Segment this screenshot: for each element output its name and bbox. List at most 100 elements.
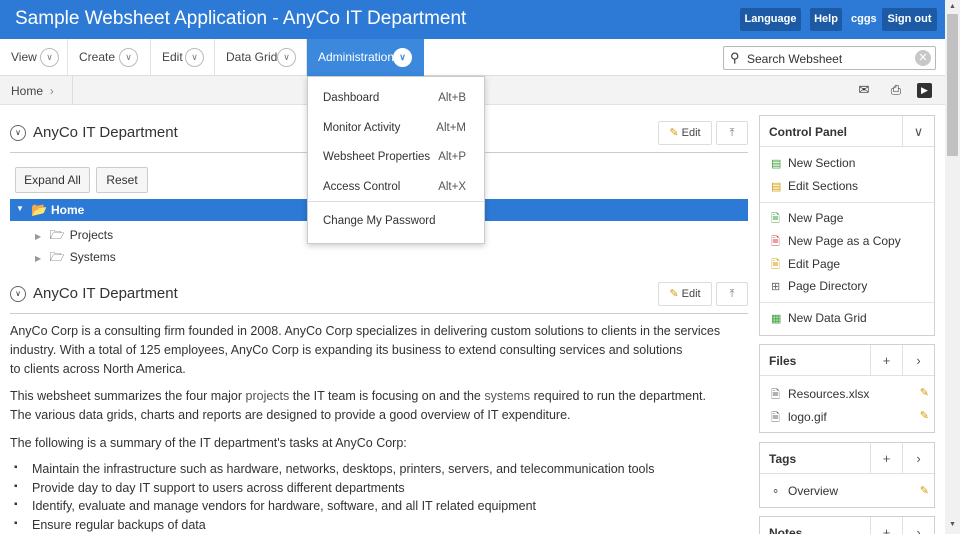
tag-icon: ⚬ — [771, 486, 781, 498]
page-directory-link[interactable]: ⊞ Page Directory — [771, 279, 867, 293]
menu-item-monitor-activity[interactable]: Monitor Activity — [323, 122, 400, 134]
panel-title: Tags — [769, 452, 797, 466]
accelerator-label: Alt+M — [436, 122, 466, 134]
chevron-down-icon: ∨ — [185, 48, 204, 67]
sign-out-button[interactable]: Sign out — [882, 8, 937, 31]
edit-label: Edit — [681, 127, 701, 139]
text-span: required to run the department. — [530, 389, 706, 403]
link-label: New Section — [788, 156, 856, 170]
add-tag-button[interactable]: + — [870, 443, 902, 474]
arrow-top-icon: ⤒ — [729, 127, 735, 139]
notes-panel: Notes + › — [759, 516, 935, 534]
file-icon: 🗎 — [771, 389, 780, 401]
collapse-section-icon[interactable]: ∨ — [10, 286, 26, 302]
file-item[interactable]: 🗎 logo.gif — [771, 409, 827, 428]
reset-button[interactable]: Reset — [96, 167, 148, 193]
print-icon[interactable]: ⎙ — [885, 81, 907, 99]
back-to-top-button[interactable]: ⤒ — [716, 282, 748, 306]
panel-divider — [760, 202, 934, 203]
new-section-icon: ▤ — [771, 158, 782, 170]
link-label: Edit Sections — [788, 179, 859, 193]
menu-view-label: View — [11, 50, 37, 64]
tree-node-projects[interactable]: ▶ 🗁 Projects — [35, 226, 113, 247]
tree-node-label: Systems — [69, 250, 116, 264]
collapse-panel-button[interactable]: ∨ — [902, 116, 934, 147]
expand-all-button[interactable]: Expand All — [15, 167, 90, 193]
add-file-button[interactable]: + — [870, 345, 902, 376]
tree-node-systems[interactable]: ▶ 🗁 Systems — [35, 248, 116, 269]
new-page-copy-link[interactable]: 🗎 New Page as a Copy — [771, 233, 901, 252]
back-to-top-button[interactable]: ⤒ — [716, 121, 748, 145]
section-divider — [10, 313, 748, 314]
panel-title: Control Panel — [769, 125, 848, 139]
presentation-play-icon[interactable]: ▶ — [917, 83, 932, 98]
chevron-right-icon: › — [916, 525, 921, 534]
language-button[interactable]: Language — [740, 8, 801, 31]
list-item-text: Identify, evaluate and manage vendors fo… — [32, 499, 537, 513]
menu-data-grid-label: Data Grid — [226, 50, 278, 64]
menu-view[interactable]: View ∨ — [0, 39, 68, 76]
chevron-right-icon: › — [916, 451, 921, 466]
scrollbar-thumb[interactable] — [947, 14, 958, 156]
add-note-button[interactable]: + — [870, 517, 902, 534]
menu-create-label: Create — [79, 50, 116, 64]
expand-panel-button[interactable]: › — [902, 443, 934, 474]
accelerator-label: Alt+X — [438, 181, 466, 193]
pencil-icon[interactable]: ✎ — [920, 409, 929, 422]
menu-item-websheet-properties[interactable]: Websheet Properties — [323, 151, 430, 163]
systems-link[interactable]: systems — [484, 389, 530, 403]
menu-edit[interactable]: Edit ∨ — [151, 39, 215, 76]
new-data-grid-link[interactable]: ▦ New Data Grid — [771, 311, 867, 325]
menu-item-access-control[interactable]: Access Control — [323, 181, 400, 193]
clear-icon[interactable]: ✕ — [915, 50, 931, 66]
app-title: Sample Websheet Application - AnyCo IT D… — [15, 8, 467, 29]
tags-panel: Tags + › ⚬ Overview ✎ — [759, 442, 935, 508]
search-input[interactable]: ⚲ Search Websheet ✕ — [723, 46, 936, 70]
text-span: the IT team is focusing on and the — [289, 389, 485, 403]
text-span: This websheet summarizes the four major — [10, 389, 246, 403]
new-section-link[interactable]: ▤ New Section — [771, 156, 855, 170]
caret-down-icon: ▼ — [16, 204, 24, 213]
menu-data-grid[interactable]: Data Grid ∨ — [215, 39, 307, 76]
new-page-link[interactable]: 🗎 New Page — [771, 210, 843, 229]
edit-section-button[interactable]: ✎ Edit — [658, 282, 712, 306]
tree-node-label: Home — [51, 203, 85, 217]
panel-title: Notes — [769, 526, 803, 534]
folder-open-icon: 📂 — [31, 202, 48, 217]
edit-sections-link[interactable]: ▤ Edit Sections — [771, 179, 858, 193]
tag-item[interactable]: ⚬ Overview — [771, 484, 838, 498]
pencil-icon[interactable]: ✎ — [920, 484, 929, 497]
file-icon: 🗎 — [771, 412, 780, 424]
edit-page-link[interactable]: 🗎 Edit Page — [771, 256, 840, 275]
text-line: AnyCo Corp is a consulting firm founded … — [10, 324, 721, 338]
file-item[interactable]: 🗎 Resources.xlsx — [771, 386, 869, 405]
collapse-section-icon[interactable]: ∨ — [10, 125, 26, 141]
administration-dropdown-menu: Dashboard Alt+B Monitor Activity Alt+M W… — [307, 76, 485, 244]
edit-section-button[interactable]: ✎ Edit — [658, 121, 712, 145]
scroll-up-arrow-icon[interactable]: ▲ — [949, 3, 956, 10]
projects-link[interactable]: projects — [246, 389, 290, 403]
panel-header: Files + › — [760, 345, 934, 376]
email-icon[interactable]: ✉ — [853, 81, 875, 99]
text-line: The various data grids, charts and repor… — [10, 408, 571, 422]
chevron-down-icon: ∨ — [119, 48, 138, 67]
summary-paragraph: This websheet summarizes the four major … — [10, 387, 750, 425]
breadcrumb-home[interactable]: Home › — [11, 84, 54, 98]
menu-administration[interactable]: Administration ∨ — [307, 39, 424, 76]
chevron-down-icon: ∨ — [277, 48, 296, 67]
help-button[interactable]: Help — [810, 8, 842, 31]
menu-item-change-password[interactable]: Change My Password — [323, 215, 436, 227]
expand-panel-button[interactable]: › — [902, 517, 934, 534]
user-name: cggs — [851, 13, 877, 25]
link-label: New Page as a Copy — [788, 234, 901, 248]
text-line: industry. With a total of 125 employees,… — [10, 343, 683, 357]
intro-paragraph: AnyCo Corp is a consulting firm founded … — [10, 322, 750, 379]
expand-panel-button[interactable]: › — [902, 345, 934, 376]
list-item-text: Ensure regular backups of data — [32, 518, 206, 532]
menu-create[interactable]: Create ∨ — [68, 39, 151, 76]
edit-sections-icon: ▤ — [771, 181, 782, 193]
file-name: logo.gif — [788, 410, 827, 424]
pencil-icon[interactable]: ✎ — [920, 386, 929, 399]
menu-item-dashboard[interactable]: Dashboard — [323, 92, 379, 104]
scroll-down-arrow-icon[interactable]: ▼ — [949, 521, 956, 528]
